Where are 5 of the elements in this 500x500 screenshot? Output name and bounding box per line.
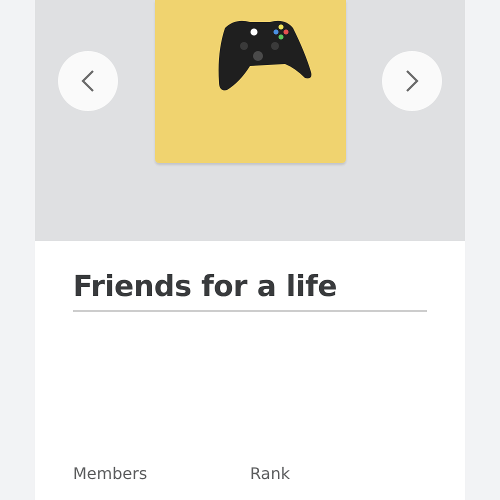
chevron-left-icon <box>81 69 95 93</box>
info-label: Rank <box>250 464 291 483</box>
group-title: Friends for a life <box>73 269 427 312</box>
info-label: Members <box>73 464 148 483</box>
chevron-right-icon <box>405 69 419 93</box>
